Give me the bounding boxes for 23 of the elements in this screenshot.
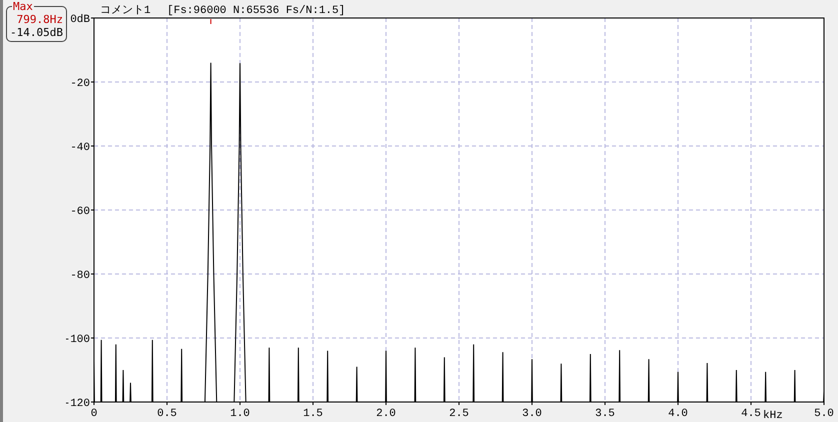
readout-title: Max [12, 0, 34, 13]
peak-level: -14.05dB [10, 26, 63, 39]
peak-frequency: 799.8Hz [16, 13, 63, 26]
x-tick-label: 4.5 [741, 408, 761, 420]
y-tick-label: 0dB [70, 14, 90, 26]
y-tick-label: -60 [70, 206, 90, 218]
chart-comment: コメント1 [100, 5, 151, 17]
x-tick-label: 2.5 [449, 408, 469, 420]
x-tick-label: 2.0 [376, 408, 396, 420]
x-tick-label: 1.0 [230, 408, 250, 420]
x-tick-label: 0.5 [157, 408, 177, 420]
x-tick-label: 1.5 [303, 408, 323, 420]
chart-info: [Fs:96000 N:65536 Fs/N:1.5] [167, 5, 346, 17]
y-tick-label: -40 [70, 142, 90, 154]
x-tick-label: 4.0 [668, 408, 688, 420]
peak-marker [210, 18, 212, 24]
y-tick-label: -80 [70, 270, 90, 282]
x-tick-label: 0 [90, 408, 98, 420]
x-axis-label: kHz [763, 410, 783, 422]
y-tick-label: -20 [70, 78, 90, 90]
x-tick-label: 3.5 [595, 408, 615, 420]
x-tick-label: 5.0 [814, 408, 834, 420]
x-tick-label: 3.0 [522, 408, 542, 420]
